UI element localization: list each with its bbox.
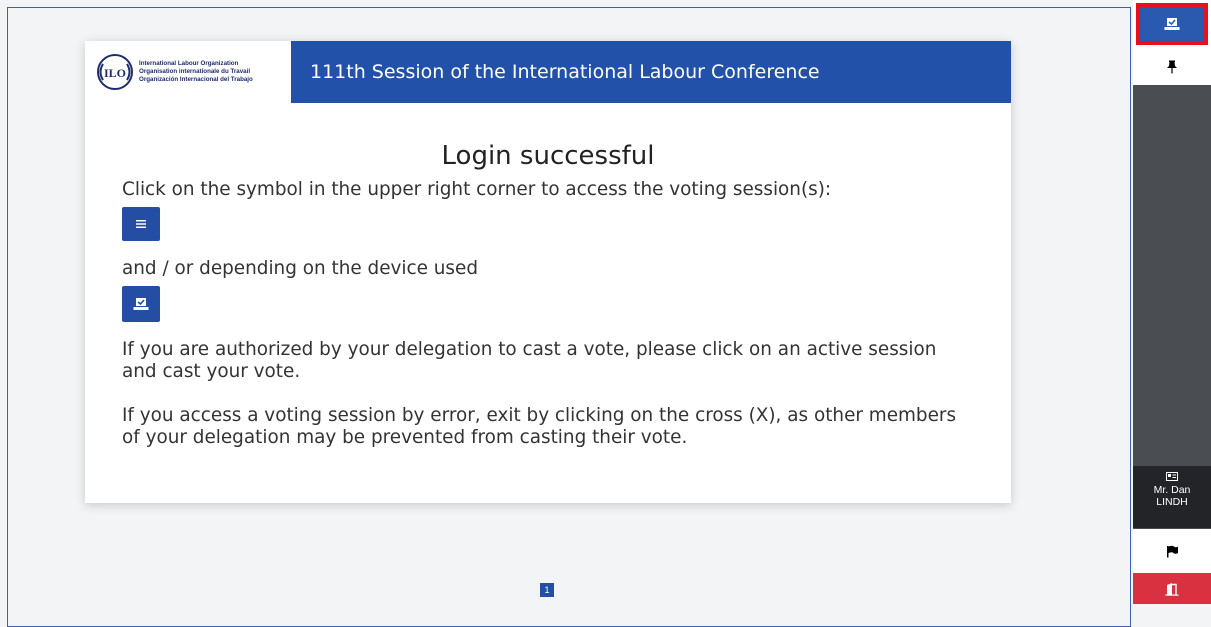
svg-text:ILO: ILO — [104, 66, 126, 80]
org-name-es: Organización Internacional del Trabajo — [139, 76, 253, 83]
login-card: ILO International Labour Organization Or… — [85, 41, 1011, 503]
user-profile-button[interactable]: Mr. Dan LINDH — [1133, 466, 1211, 528]
ilo-logo: ILO International Labour Organization Or… — [85, 41, 291, 103]
vote-button-example[interactable] — [122, 286, 160, 322]
right-sidebar: Mr. Dan LINDH — [1133, 0, 1211, 604]
conference-title: 111th Session of the International Labou… — [291, 41, 1011, 103]
instruction-text: Click on the symbol in the upper right c… — [122, 179, 832, 200]
authorized-text: If you are authorized by your delegation… — [122, 339, 937, 382]
hamburger-icon — [136, 220, 146, 228]
pin-button[interactable] — [1133, 48, 1211, 85]
flag-icon — [1166, 545, 1178, 557]
org-names: International Labour Organization Organi… — [139, 60, 253, 84]
ballot-box-icon — [133, 298, 149, 310]
id-card-icon — [1166, 472, 1178, 481]
login-title: Login successful — [441, 141, 655, 171]
org-name-fr: Organisation internationale du Travail — [139, 68, 251, 75]
flag-button[interactable] — [1133, 529, 1211, 573]
pin-icon — [1167, 60, 1177, 73]
alt-device-text: and / or depending on the device used — [122, 258, 478, 279]
user-name-first: Mr. Dan — [1153, 484, 1191, 496]
card-header: ILO International Labour Organization Or… — [85, 41, 1011, 103]
ballot-box-icon — [1164, 18, 1180, 30]
ilo-emblem-icon: ILO — [97, 54, 133, 90]
user-name-last: LINDH — [1156, 496, 1188, 508]
card-body: Login successful Click on the symbol in … — [85, 139, 1011, 449]
vote-session-button[interactable] — [1136, 3, 1208, 45]
menu-button[interactable] — [122, 207, 160, 241]
exit-button[interactable] — [1133, 573, 1211, 604]
page-indicator[interactable]: 1 — [540, 583, 554, 597]
door-exit-icon — [1165, 582, 1179, 596]
error-text: If you access a voting session by error,… — [122, 405, 957, 448]
org-name-en: International Labour Organization — [139, 60, 239, 67]
sidebar-top — [1133, 0, 1211, 48]
